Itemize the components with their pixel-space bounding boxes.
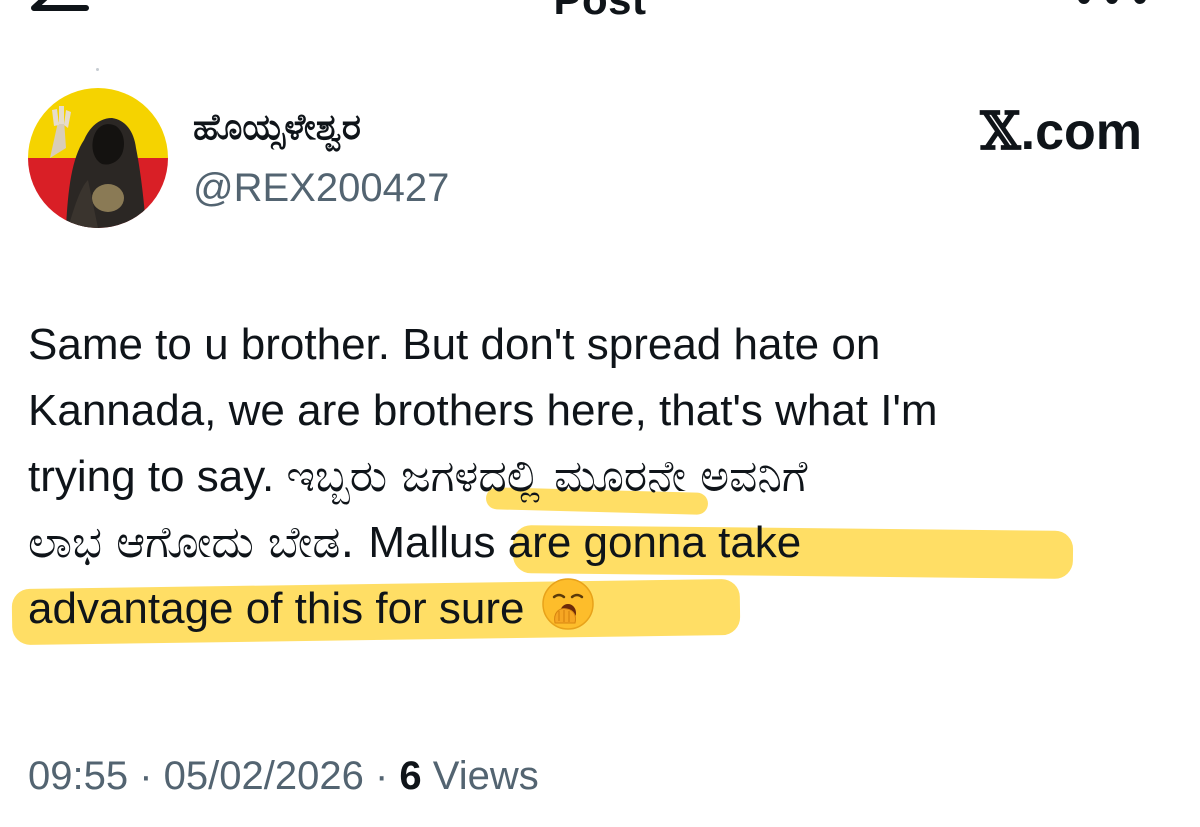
dust-speck <box>96 68 99 71</box>
x-com-watermark: 𝕏.com <box>980 101 1142 162</box>
meta-separator: · <box>128 754 164 798</box>
more-horizontal-icon <box>1078 0 1090 4</box>
tweet-line-4-highlighted: Mallus are gonna take <box>368 518 802 567</box>
post-metadata: 09:55 · 05/02/2026 · 6 Views <box>28 752 539 800</box>
tweet-line-3-english: trying to say. <box>28 452 287 501</box>
tweet-line-3-kannada: ಇಬ್ಬರು ಜಗಳದಲ್ಲಿ ಮೂರನೇ ಅವನಿಗೆ <box>286 451 808 502</box>
more-options-button[interactable] <box>1072 0 1152 18</box>
author-handle[interactable]: @REX200427 <box>193 164 449 212</box>
views-link[interactable]: 6 Views <box>399 754 538 798</box>
post-page: Post ಹೊಯ್ಸಳೇಶ್ವರ @REX200427 𝕏.com Same t… <box>0 0 1200 827</box>
watermark-suffix: .com <box>1020 103 1142 161</box>
post-date[interactable]: 05/02/2026 <box>164 754 364 798</box>
tweet-line-1: Same to u brother. But don't spread hate… <box>28 320 881 369</box>
views-count: 6 <box>399 754 422 798</box>
tweet-text: Same to u brother. But don't spread hate… <box>11 312 1178 646</box>
tweet-line-5: advantage of this for sure <box>11 576 1178 646</box>
author-display-name[interactable]: ಹೊಯ್ಸಳೇಶ್ವರ <box>193 106 361 150</box>
post-time[interactable]: 09:55 <box>28 754 128 798</box>
tweet-line-2: Kannada, we are brothers here, that's wh… <box>28 386 938 435</box>
views-label: Views <box>421 754 539 798</box>
tweet-line-4: ಲಾಭ ಆಗೋದು ಬೇಡ. Mallus are gonna take <box>28 510 1178 579</box>
yawning-face-emoji <box>542 578 594 630</box>
page-title: Post <box>0 0 1200 22</box>
tweet-line-4-kannada: ಲಾಭ ಆಗೋದು ಬೇಡ. <box>28 517 369 568</box>
tweet-line-5-highlighted: advantage of this for sure <box>28 584 525 633</box>
top-bar: Post <box>0 0 1200 40</box>
avatar-image <box>28 88 168 228</box>
meta-separator: · <box>363 754 400 798</box>
tweet-line-3: trying to say. ಇಬ್ಬರು ಜಗಳದಲ್ಲಿ ಮೂರನೇ ಅವನ… <box>28 444 1178 515</box>
x-logo-icon: 𝕏 <box>980 101 1021 162</box>
avatar[interactable] <box>28 88 168 228</box>
